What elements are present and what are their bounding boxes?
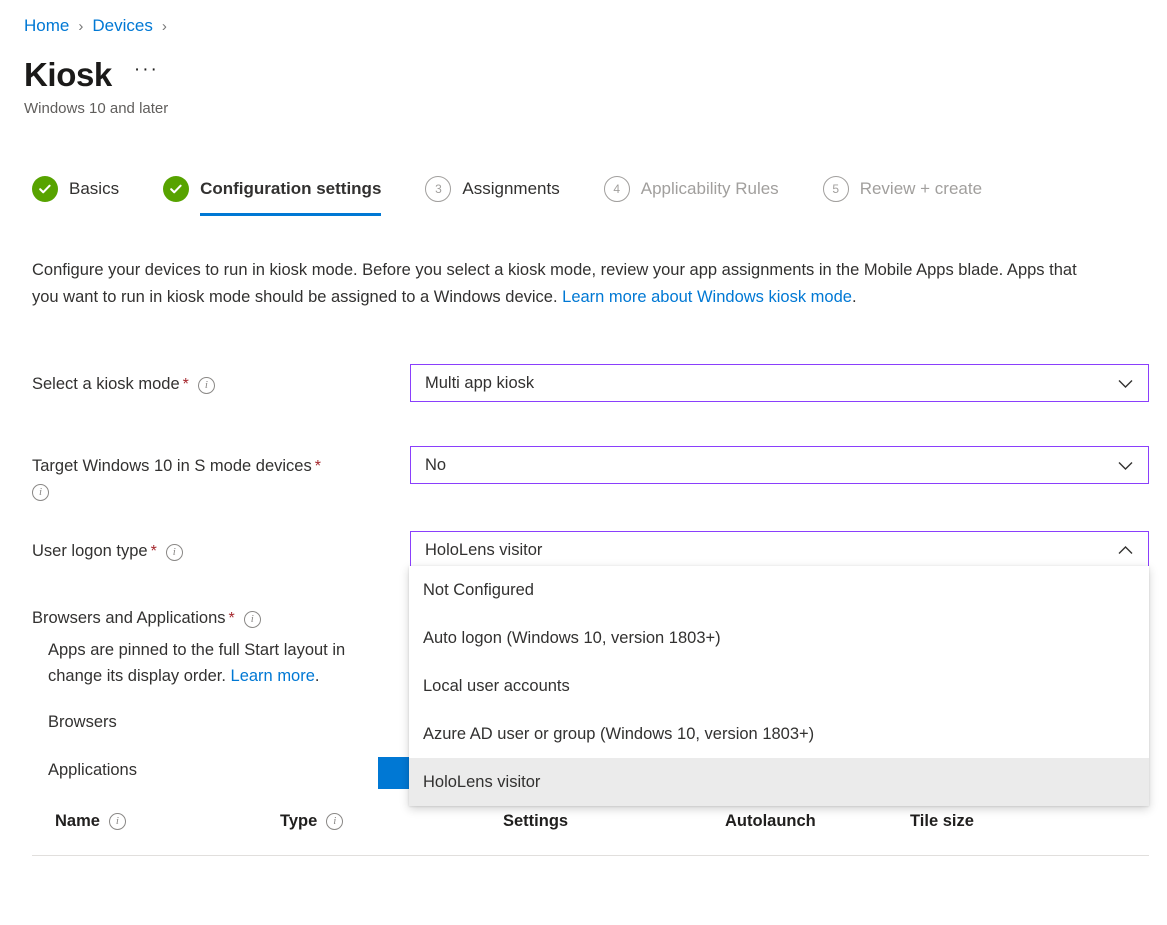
column-header-settings[interactable]: Settings (503, 810, 725, 831)
field-label-kiosk-mode: Select a kiosk mode* i (32, 364, 410, 397)
wizard-step-label: Review + create (860, 179, 982, 199)
check-icon (32, 176, 58, 202)
column-header-label: Settings (503, 812, 568, 831)
option-label: Azure AD user or group (Windows 10, vers… (423, 725, 814, 744)
wizard-step-configuration-settings[interactable]: Configuration settings (163, 176, 381, 216)
field-label-text: Target Windows 10 in S mode devices (32, 457, 312, 475)
field-label-text: Browsers and Applications (32, 609, 226, 627)
dropdown-option-not-configured[interactable]: Not Configured (409, 566, 1149, 614)
breadcrumb: Home › Devices › (24, 13, 176, 39)
wizard-steps: Basics Configuration settings 3 Assignme… (32, 176, 982, 222)
page-title-row: Kiosk ··· (24, 53, 159, 97)
apps-table-header: Namei Typei Settings Autolaunch Tile siz… (32, 810, 1149, 856)
dropdown-option-hololens-visitor[interactable]: HoloLens visitor (409, 758, 1149, 806)
dropdown-option-azure-ad-user-or-group[interactable]: Azure AD user or group (Windows 10, vers… (409, 710, 1149, 758)
field-row-user-logon-type: User logon type* i HoloLens visitor (32, 531, 1149, 569)
field-label-text: User logon type (32, 542, 148, 560)
dropdown-option-local-user-accounts[interactable]: Local user accounts (409, 662, 1149, 710)
column-header-tile-size[interactable]: Tile size (910, 810, 1070, 831)
kiosk-mode-value: Multi app kiosk (425, 374, 534, 393)
wizard-step-label: Applicability Rules (641, 179, 779, 199)
info-icon[interactable]: i (244, 611, 261, 628)
wizard-step-assignments[interactable]: 3 Assignments (425, 176, 559, 216)
step-number-badge: 3 (425, 176, 451, 202)
wizard-step-review-create[interactable]: 5 Review + create (823, 176, 982, 216)
learn-more-kiosk-link[interactable]: Learn more about Windows kiosk mode (562, 288, 852, 306)
dropdown-option-auto-logon[interactable]: Auto logon (Windows 10, version 1803+) (409, 614, 1149, 662)
user-logon-type-options-list: Not Configured Auto logon (Windows 10, v… (409, 566, 1149, 806)
step-number-badge: 5 (823, 176, 849, 202)
required-indicator: * (315, 458, 321, 475)
browsers-applications-help-text: Apps are pinned to the full Start layout… (48, 637, 428, 689)
check-icon (163, 176, 189, 202)
field-label-text: Select a kiosk mode (32, 375, 180, 393)
learn-more-link[interactable]: Learn more (231, 667, 315, 685)
required-indicator: * (183, 376, 189, 393)
info-icon[interactable]: i (109, 813, 126, 830)
help-text-part-1: Apps are pinned to the full Start layout… (48, 641, 345, 659)
active-tab-underline (200, 213, 381, 216)
breadcrumb-separator-icon: › (162, 18, 167, 35)
wizard-step-applicability-rules[interactable]: 4 Applicability Rules (604, 176, 779, 216)
option-label: Auto logon (Windows 10, version 1803+) (423, 629, 721, 648)
required-indicator: * (229, 610, 235, 627)
s-mode-dropdown[interactable]: No (410, 446, 1149, 484)
info-icon[interactable]: i (32, 484, 49, 501)
field-row-s-mode: Target Windows 10 in S mode devices* i No (32, 446, 1149, 503)
page-description: Configure your devices to run in kiosk m… (32, 257, 1102, 311)
step-number-badge: 4 (604, 176, 630, 202)
column-header-type[interactable]: Typei (280, 810, 503, 831)
field-label-user-logon-type: User logon type* i (32, 531, 410, 564)
page-title: Kiosk (24, 55, 112, 95)
wizard-step-label: Assignments (462, 179, 559, 199)
info-icon[interactable]: i (198, 377, 215, 394)
field-row-kiosk-mode: Select a kiosk mode* i Multi app kiosk (32, 364, 1149, 402)
breadcrumb-item-devices[interactable]: Devices (92, 16, 152, 36)
wizard-step-label: Basics (69, 179, 119, 199)
info-icon[interactable]: i (166, 544, 183, 561)
info-icon[interactable]: i (326, 813, 343, 830)
chevron-down-icon (1116, 447, 1135, 483)
applications-section-label: Applications (48, 761, 137, 780)
option-label: Not Configured (423, 581, 534, 600)
kiosk-mode-dropdown[interactable]: Multi app kiosk (410, 364, 1149, 402)
required-indicator: * (151, 543, 157, 560)
column-header-autolaunch[interactable]: Autolaunch (725, 810, 910, 831)
option-label: Local user accounts (423, 677, 570, 696)
more-options-icon[interactable]: ··· (134, 63, 159, 87)
column-header-label: Type (280, 812, 317, 831)
column-header-label: Autolaunch (725, 812, 816, 831)
s-mode-value: No (425, 456, 446, 475)
user-logon-type-value: HoloLens visitor (425, 541, 542, 560)
option-label: HoloLens visitor (423, 773, 540, 792)
field-label-browsers-applications: Browsers and Applications* i (32, 598, 410, 631)
help-text-part-2: change its display order. (48, 667, 231, 685)
description-text-end: . (852, 288, 857, 306)
column-header-name[interactable]: Namei (32, 810, 280, 831)
breadcrumb-separator-icon: › (78, 18, 83, 35)
column-header-label: Name (55, 812, 100, 831)
breadcrumb-item-home[interactable]: Home (24, 16, 69, 36)
chevron-up-icon (1116, 532, 1135, 568)
column-header-label: Tile size (910, 812, 974, 831)
user-logon-type-dropdown[interactable]: HoloLens visitor (410, 531, 1149, 569)
browsers-section-label: Browsers (48, 713, 117, 732)
field-label-s-mode: Target Windows 10 in S mode devices* i (32, 446, 410, 503)
chevron-down-icon (1116, 365, 1135, 401)
description-text: Configure your devices to run in kiosk m… (32, 261, 1077, 306)
wizard-step-basics[interactable]: Basics (32, 176, 119, 216)
help-text-part-3: . (315, 667, 320, 685)
page-subtitle: Windows 10 and later (24, 100, 168, 117)
wizard-step-label: Configuration settings (200, 179, 381, 199)
